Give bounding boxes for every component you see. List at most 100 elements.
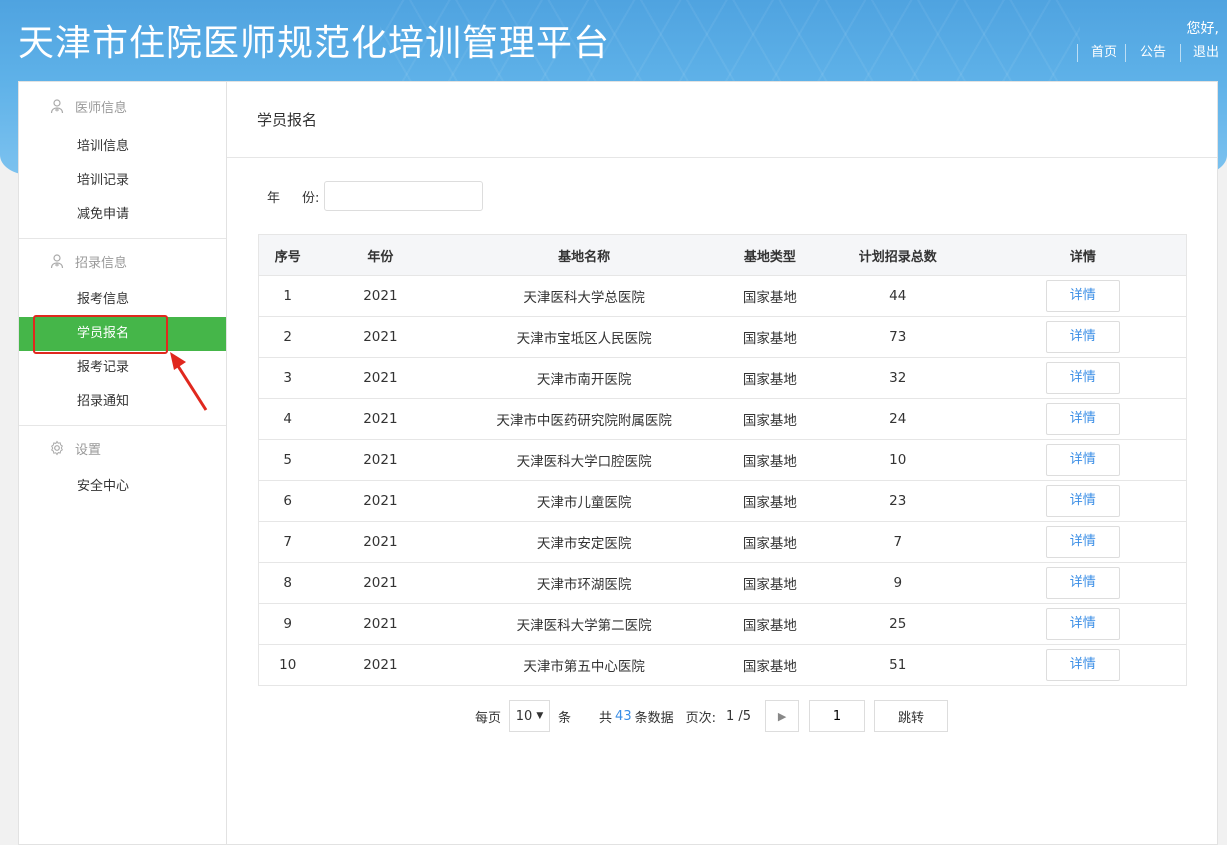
table-cell: 2021 <box>316 562 445 604</box>
group-head-settings[interactable]: 设置 <box>19 426 227 470</box>
table-cell: 24 <box>815 398 980 440</box>
table-cell: 8 <box>258 562 317 604</box>
table-row: 8 2021 天津市环湖医院 国家基地 9 详情 <box>258 562 1187 604</box>
table-cell: 10 <box>258 644 317 686</box>
detail-cell: 详情 <box>979 398 1187 440</box>
sidebar-item-student-signup[interactable]: 学员报名 <box>19 315 227 354</box>
table-cell: 2021 <box>316 275 445 317</box>
table-cell: 国家基地 <box>723 562 816 604</box>
table-row: 2 2021 天津市宝坻区人民医院 国家基地 73 详情 <box>258 316 1187 358</box>
table-cell: 5 <box>258 439 317 481</box>
detail-button[interactable]: 详情 <box>1045 403 1120 435</box>
table-row: 1 2021 天津医科大学总医院 国家基地 44 详情 <box>258 275 1187 317</box>
table-cell: 2 <box>258 316 317 358</box>
table-row: 6 2021 天津市儿童医院 国家基地 23 详情 <box>258 480 1187 522</box>
group-head-recruit-info[interactable]: 招录信息 <box>19 239 227 283</box>
group-title: 设置 <box>75 442 102 458</box>
detail-button[interactable]: 详情 <box>1045 485 1120 517</box>
detail-button[interactable]: 详情 <box>1045 649 1120 681</box>
year-label-b: 份: <box>302 190 320 206</box>
table-cell: 天津市宝坻区人民医院 <box>444 316 724 358</box>
detail-cell: 详情 <box>979 316 1187 358</box>
per-page-select[interactable]: 10 ▼ <box>509 700 551 732</box>
table-cell: 国家基地 <box>723 521 816 563</box>
table-cell: 天津医科大学第二医院 <box>444 603 724 645</box>
table-cell: 天津市儿童医院 <box>444 480 724 522</box>
detail-button[interactable]: 详情 <box>1045 321 1120 353</box>
greeting: 您好, <box>1186 21 1219 37</box>
detail-cell: 详情 <box>979 521 1187 563</box>
table-cell: 10 <box>815 439 980 481</box>
table-cell: 25 <box>815 603 980 645</box>
sidebar-item-training-info[interactable]: 培训信息 <box>19 130 227 164</box>
table-cell: 3 <box>258 357 317 399</box>
doctor-icon <box>50 99 64 114</box>
column-header: 详情 <box>979 234 1187 276</box>
table-cell: 天津市环湖医院 <box>444 562 724 604</box>
column-header: 基地名称 <box>444 234 724 276</box>
next-page-button[interactable]: ▶ <box>765 700 800 732</box>
caret-down-icon: ▼ <box>536 711 544 721</box>
nav-logout-link[interactable]: 退出 <box>1179 44 1227 62</box>
table-row: 3 2021 天津市南开医院 国家基地 32 详情 <box>258 357 1187 399</box>
column-header: 年份 <box>316 234 445 276</box>
table-cell: 44 <box>815 275 980 317</box>
table-row: 7 2021 天津市安定医院 国家基地 7 详情 <box>258 521 1187 563</box>
table-cell: 51 <box>815 644 980 686</box>
nav-home-link[interactable]: 首页 <box>1076 44 1125 62</box>
table-cell: 9 <box>815 562 980 604</box>
table-cell: 国家基地 <box>723 603 816 645</box>
table-cell: 国家基地 <box>723 275 816 317</box>
total-count: 43 <box>615 708 632 724</box>
table-row: 5 2021 天津医科大学口腔医院 国家基地 10 详情 <box>258 439 1187 481</box>
detail-cell: 详情 <box>979 603 1187 645</box>
total-suffix: 条数据 <box>634 710 674 726</box>
table-cell: 2021 <box>316 521 445 563</box>
page-number-input[interactable] <box>809 700 866 732</box>
table-cell: 7 <box>258 521 317 563</box>
detail-button[interactable]: 详情 <box>1045 567 1120 599</box>
table-cell: 73 <box>815 316 980 358</box>
detail-button[interactable]: 详情 <box>1045 608 1120 640</box>
pagination: 每页 10 ▼ 条 共 43 条数据 页次: 1 /5 ▶ 跳转 <box>475 700 949 732</box>
detail-button[interactable]: 详情 <box>1045 362 1120 394</box>
column-header: 序号 <box>258 234 317 276</box>
year-input[interactable] <box>324 181 484 211</box>
table-cell: 7 <box>815 521 980 563</box>
detail-cell: 详情 <box>979 439 1187 481</box>
year-label-a: 年 <box>267 190 281 206</box>
detail-button[interactable]: 详情 <box>1045 526 1120 558</box>
detail-button[interactable]: 详情 <box>1045 280 1120 312</box>
sidebar-item-exemption[interactable]: 减免申请 <box>19 198 227 232</box>
table-cell: 天津市中医药研究院附属医院 <box>444 398 724 440</box>
table-cell: 国家基地 <box>723 316 816 358</box>
column-header: 基地类型 <box>723 234 816 276</box>
table-cell: 2021 <box>316 439 445 481</box>
table-cell: 国家基地 <box>723 398 816 440</box>
table-cell: 国家基地 <box>723 439 816 481</box>
table-cell: 23 <box>815 480 980 522</box>
nav-notice-link[interactable]: 公告 <box>1124 44 1180 62</box>
table-cell: 9 <box>258 603 317 645</box>
table-cell: 天津医科大学总医院 <box>444 275 724 317</box>
nav-group-doctor-info: 医师信息 培训信息 培训记录 减免申请 <box>19 82 227 239</box>
annotation-arrow-icon <box>170 352 208 411</box>
total-prefix: 共 <box>599 710 613 726</box>
sidebar-item-training-record[interactable]: 培训记录 <box>19 164 227 198</box>
table-cell: 天津市南开医院 <box>444 357 724 399</box>
sidebar: 医师信息 培训信息 培训记录 减免申请 招录信息 报考信息 学员报名 报考记录 … <box>18 81 227 845</box>
group-head-doctor-info[interactable]: 医师信息 <box>19 82 227 130</box>
jump-button[interactable]: 跳转 <box>874 700 949 732</box>
table-cell: 天津医科大学口腔医院 <box>444 439 724 481</box>
detail-cell: 详情 <box>979 644 1187 686</box>
sidebar-item-exam-info[interactable]: 报考信息 <box>19 283 227 317</box>
table-cell: 2021 <box>316 398 445 440</box>
table-row: 4 2021 天津市中医药研究院附属医院 国家基地 24 详情 <box>258 398 1187 440</box>
group-title: 医师信息 <box>75 100 128 116</box>
column-header: 计划招录总数 <box>815 234 980 276</box>
sidebar-item-security-center[interactable]: 安全中心 <box>19 470 227 504</box>
main-panel: 学员报名 年 份: 序号 年份 基地名称 基地类型 计划招录总数 详情 1 202… <box>226 81 1218 845</box>
table-cell: 国家基地 <box>723 480 816 522</box>
nav-group-settings: 设置 安全中心 <box>19 426 227 510</box>
detail-button[interactable]: 详情 <box>1045 444 1120 476</box>
